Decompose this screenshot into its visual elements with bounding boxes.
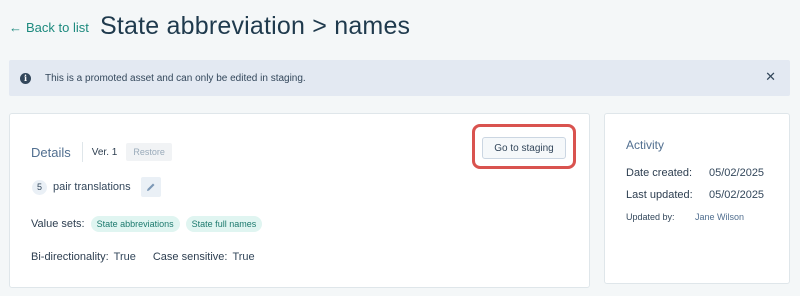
value-sets-row: Value sets: State abbreviations State fu… (31, 216, 268, 232)
date-created-row: Date created: 05/02/2025 (626, 167, 764, 179)
divider (81, 142, 83, 162)
close-icon[interactable]: ✕ (765, 70, 776, 83)
updated-by-label: Updated by: (626, 212, 675, 222)
date-created-value: 05/02/2025 (709, 167, 765, 179)
details-title: Details (31, 144, 71, 160)
pair-count-badge: 5 (32, 179, 47, 195)
case-sensitive-label: Case sensitive: (152, 251, 228, 263)
pair-translations-row: 5 pair translations (32, 177, 161, 197)
page-title: State abbreviation > names (100, 12, 411, 40)
back-to-list-link[interactable]: ← Back to list (9, 20, 89, 35)
bidirectionality-label: Bi-directionality: (31, 251, 109, 263)
details-card: Details Ver. 1 Restore Go to staging 5 p… (9, 113, 590, 288)
go-to-staging-button[interactable]: Go to staging (482, 137, 566, 159)
case-sensitive-value: True (232, 251, 255, 263)
info-icon: i (20, 72, 31, 84)
activity-title: Activity (626, 138, 665, 152)
properties-row: Bi-directionality: True Case sensitive: … (31, 251, 255, 263)
updated-by-value: Jane Wilson (695, 212, 745, 222)
pair-translations-label: pair translations (53, 181, 131, 193)
last-updated-label: Last updated: (626, 189, 693, 201)
details-header: Details Ver. 1 Restore (31, 142, 172, 162)
value-sets-label: Value sets: (31, 218, 85, 230)
back-to-list-label: Back to list (26, 20, 89, 35)
arrow-left-icon: ← (9, 20, 22, 35)
pencil-icon (146, 183, 155, 191)
activity-card: Activity Date created: 05/02/2025 Last u… (604, 113, 790, 284)
restore-button[interactable]: Restore (126, 143, 172, 161)
banner-message: This is a promoted asset and can only be… (45, 72, 306, 84)
last-updated-value: 05/02/2025 (709, 189, 765, 201)
value-set-chip: State full names (185, 216, 263, 232)
updated-by-row: Updated by: Jane Wilson (626, 212, 744, 222)
info-banner: i This is a promoted asset and can only … (9, 60, 790, 96)
version-label: Ver. 1 (91, 146, 118, 158)
bidirectionality-value: True (113, 251, 136, 263)
last-updated-row: Last updated: 05/02/2025 (626, 189, 764, 201)
date-created-label: Date created: (626, 167, 693, 179)
edit-pairs-button[interactable] (140, 177, 161, 197)
highlight-outline: Go to staging (472, 124, 576, 169)
value-set-chip: State abbreviations (90, 216, 180, 232)
